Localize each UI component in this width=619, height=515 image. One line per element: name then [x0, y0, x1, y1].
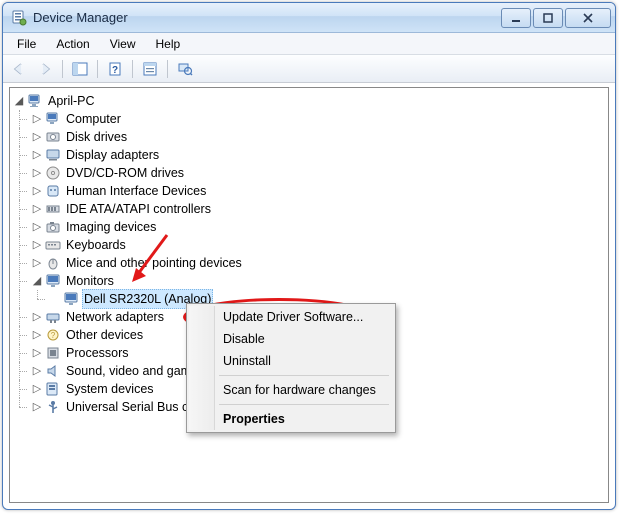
monitor-icon: [63, 291, 79, 307]
close-button[interactable]: [565, 8, 611, 28]
toolbar: ?: [3, 55, 615, 83]
expander-icon[interactable]: ▷: [30, 110, 44, 128]
expander-icon[interactable]: ◢: [30, 272, 44, 290]
category-icon: [45, 363, 61, 379]
tree-category[interactable]: ▷ Computer: [12, 110, 606, 128]
category-icon: ?: [45, 327, 61, 343]
tree-category[interactable]: ▷ Disk drives: [12, 128, 606, 146]
context-menu: Update Driver Software... Disable Uninst…: [186, 303, 396, 433]
cm-update-driver[interactable]: Update Driver Software...: [189, 306, 393, 328]
help-button[interactable]: ?: [103, 58, 127, 80]
category-icon: [45, 255, 61, 271]
tree-category-label: Monitors: [64, 272, 116, 290]
svg-text:?: ?: [51, 331, 56, 340]
tree-category[interactable]: ◢ Monitors: [12, 272, 606, 290]
category-icon: [45, 309, 61, 325]
menubar: File Action View Help: [3, 33, 615, 55]
tree-category-label: DVD/CD-ROM drives: [64, 164, 186, 182]
arrow-right-icon: [37, 62, 53, 76]
tree-panel-icon: [72, 62, 88, 76]
scan-hardware-button[interactable]: [173, 58, 197, 80]
tree-category-label: Keyboards: [64, 236, 128, 254]
expander-icon[interactable]: ▷: [30, 344, 44, 362]
cm-separator: [219, 375, 389, 376]
forward-button[interactable]: [33, 58, 57, 80]
window-title: Device Manager: [33, 10, 501, 25]
show-hide-tree-button[interactable]: [68, 58, 92, 80]
titlebar[interactable]: Device Manager: [3, 3, 615, 33]
tree-category-label: IDE ATA/ATAPI controllers: [64, 200, 213, 218]
minimize-button[interactable]: [501, 8, 531, 28]
cm-properties[interactable]: Properties: [189, 408, 393, 430]
app-icon: [11, 10, 27, 26]
expander-icon[interactable]: ▷: [30, 308, 44, 326]
menu-action[interactable]: Action: [46, 35, 99, 53]
tree-category[interactable]: ▷ IDE ATA/ATAPI controllers: [12, 200, 606, 218]
expander-icon[interactable]: ▷: [30, 398, 44, 416]
tree-category-label: Display adapters: [64, 146, 161, 164]
category-icon: [45, 183, 61, 199]
category-icon: [45, 381, 61, 397]
tree-category-label: Computer: [64, 110, 123, 128]
expander-icon[interactable]: ▷: [30, 146, 44, 164]
expander-icon[interactable]: ▷: [30, 182, 44, 200]
tree-root-label: April-PC: [46, 92, 97, 110]
cm-scan[interactable]: Scan for hardware changes: [189, 379, 393, 401]
back-button[interactable]: [7, 58, 31, 80]
device-manager-window: Device Manager File Action View Help: [2, 2, 616, 510]
expander-icon[interactable]: ▷: [30, 380, 44, 398]
svg-text:?: ?: [112, 65, 118, 76]
category-icon: [45, 129, 61, 145]
scan-icon: [177, 61, 193, 77]
tree-category-label: Processors: [64, 344, 131, 362]
expander-icon[interactable]: ▷: [30, 254, 44, 272]
tree-category[interactable]: ▷ Imaging devices: [12, 218, 606, 236]
properties-button[interactable]: [138, 58, 162, 80]
category-icon: [45, 399, 61, 415]
tree-category-label: System devices: [64, 380, 156, 398]
menu-file[interactable]: File: [7, 35, 46, 53]
tree-category-label: Network adapters: [64, 308, 166, 326]
tree-category-label: Human Interface Devices: [64, 182, 208, 200]
tree-category-label: Other devices: [64, 326, 145, 344]
expander-icon[interactable]: ▷: [30, 326, 44, 344]
tree-category[interactable]: ▷ Mice and other pointing devices: [12, 254, 606, 272]
category-icon: [45, 219, 61, 235]
maximize-button[interactable]: [533, 8, 563, 28]
tree-root[interactable]: ◢ April-PC: [12, 92, 606, 110]
category-icon: [45, 273, 61, 289]
category-icon: [45, 111, 61, 127]
help-icon: ?: [107, 61, 123, 77]
expander-icon[interactable]: ▷: [30, 362, 44, 380]
expander-icon[interactable]: ▷: [30, 218, 44, 236]
tree-category-label: Mice and other pointing devices: [64, 254, 244, 272]
tree-category[interactable]: ▷ Keyboards: [12, 236, 606, 254]
tree-category-label: Disk drives: [64, 128, 129, 146]
menu-view[interactable]: View: [100, 35, 146, 53]
menu-help[interactable]: Help: [146, 35, 191, 53]
computer-icon: [27, 93, 43, 109]
expander-icon[interactable]: ▷: [30, 164, 44, 182]
tree-category-label: Imaging devices: [64, 218, 158, 236]
category-icon: [45, 345, 61, 361]
category-icon: [45, 201, 61, 217]
category-icon: [45, 165, 61, 181]
tree-category[interactable]: ▷ Human Interface Devices: [12, 182, 606, 200]
cm-disable[interactable]: Disable: [189, 328, 393, 350]
cm-separator: [219, 404, 389, 405]
expander-icon[interactable]: ▷: [30, 236, 44, 254]
category-icon: [45, 147, 61, 163]
expander-icon[interactable]: ▷: [30, 128, 44, 146]
cm-uninstall[interactable]: Uninstall: [189, 350, 393, 372]
category-icon: [45, 237, 61, 253]
expander-icon[interactable]: ◢: [12, 92, 26, 110]
device-tree-panel[interactable]: ◢ April-PC ▷ Computer ▷ Disk drives ▷ Display…: [9, 87, 609, 503]
properties-icon: [142, 62, 158, 76]
expander-icon[interactable]: ▷: [30, 200, 44, 218]
tree-category[interactable]: ▷ DVD/CD-ROM drives: [12, 164, 606, 182]
tree-category[interactable]: ▷ Display adapters: [12, 146, 606, 164]
arrow-left-icon: [11, 62, 27, 76]
